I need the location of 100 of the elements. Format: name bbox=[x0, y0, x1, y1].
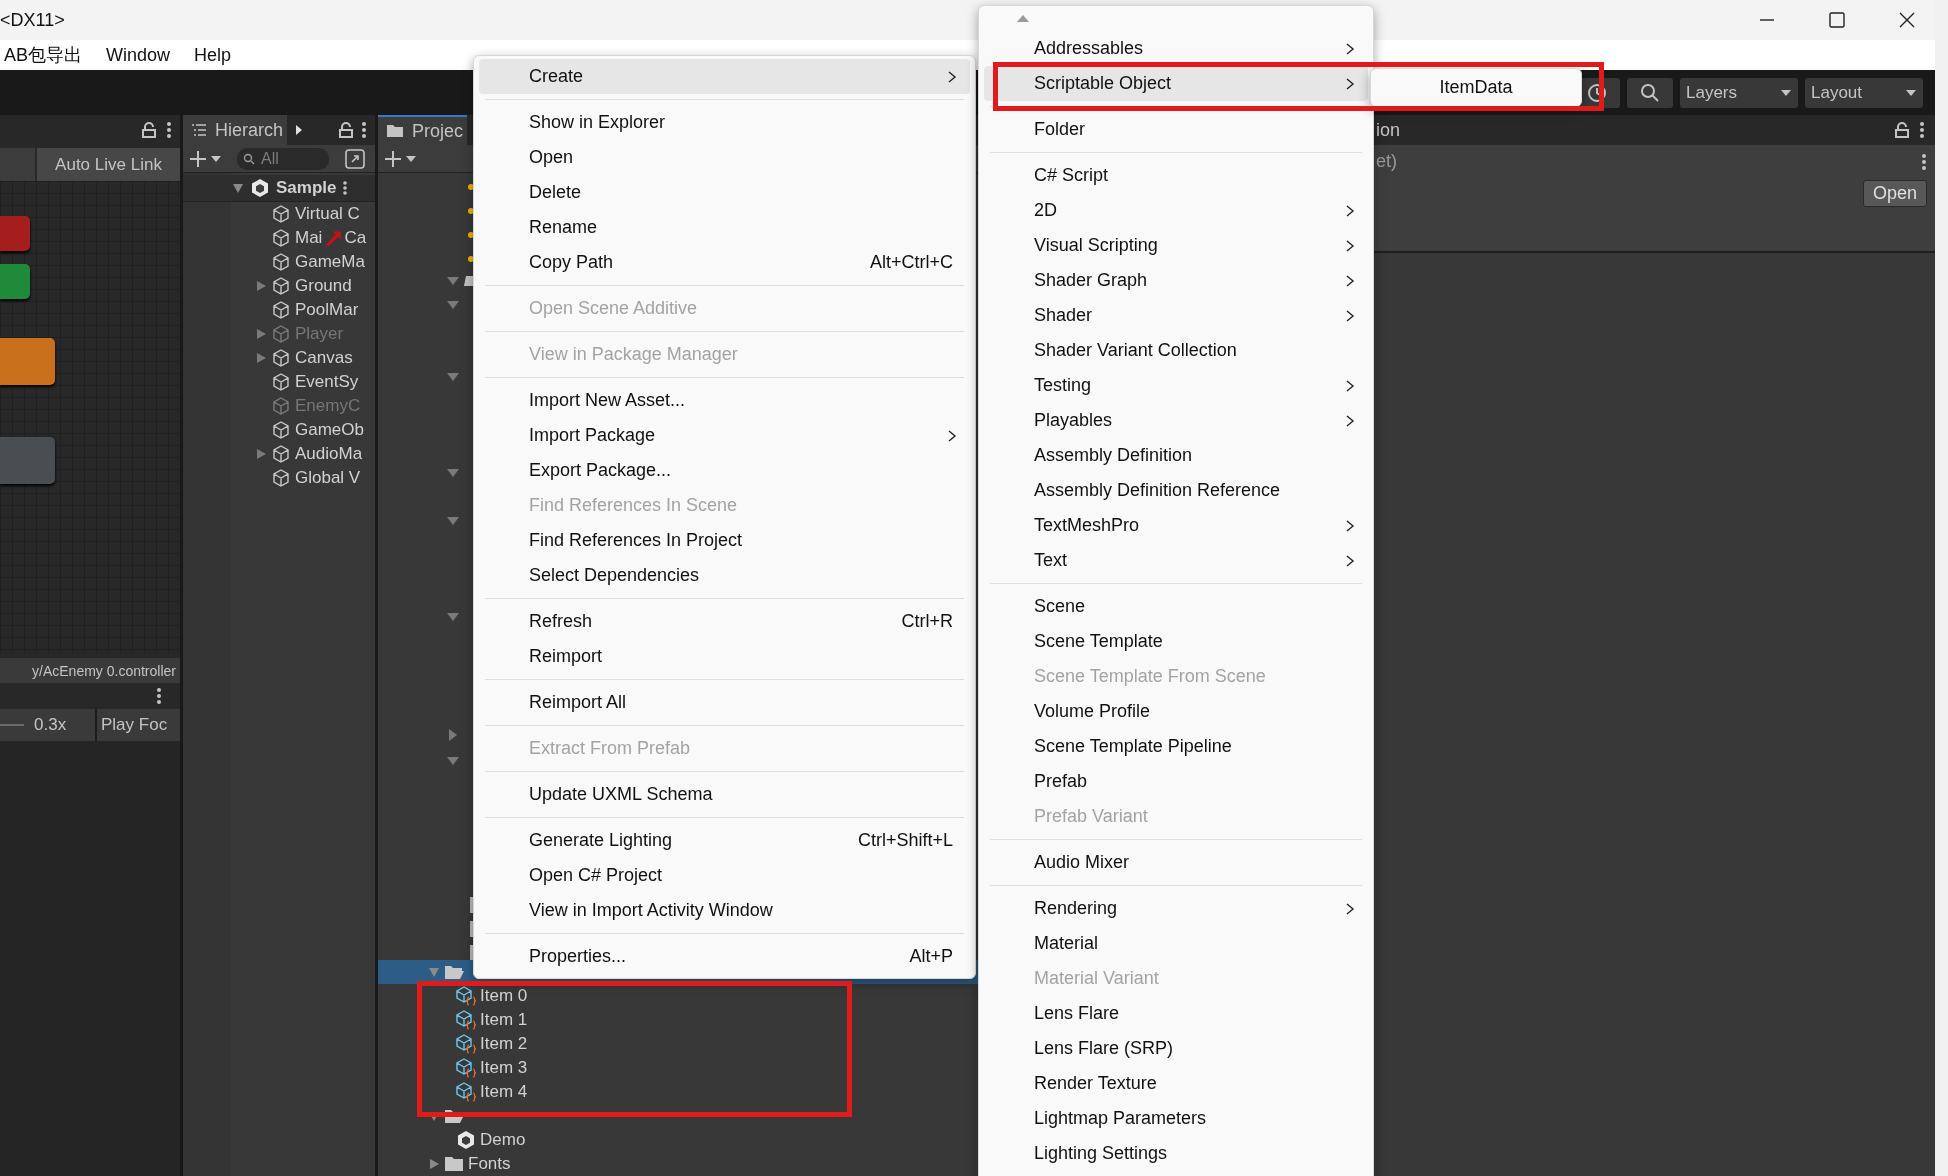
hierarchy-item[interactable]: Global V bbox=[295, 468, 361, 488]
hierarchy-item[interactable]: Virtual C bbox=[295, 204, 360, 224]
menu-item[interactable]: Addressables bbox=[984, 31, 1368, 66]
expand-arrow-icon[interactable] bbox=[232, 182, 244, 194]
menu-item[interactable]: Refresh Ctrl+R bbox=[479, 604, 970, 639]
menu-item[interactable]: TextMeshPro bbox=[984, 508, 1368, 543]
asset-name[interactable]: Item 4 bbox=[480, 1082, 528, 1102]
expand-arrow-icon[interactable] bbox=[255, 280, 267, 292]
menu-item[interactable]: Create bbox=[479, 59, 970, 94]
play-icon[interactable] bbox=[295, 124, 304, 136]
auto-live-link-button[interactable]: Auto Live Link bbox=[37, 148, 180, 181]
layout-dropdown[interactable]: Layout bbox=[1805, 77, 1923, 108]
menu-item[interactable]: Playables bbox=[984, 403, 1368, 438]
menu-item[interactable]: Assembly Definition Reference bbox=[984, 473, 1368, 508]
hierarchy-item[interactable]: PoolMar bbox=[295, 300, 359, 320]
add-icon[interactable] bbox=[189, 148, 223, 169]
menu-item[interactable]: Rendering bbox=[984, 891, 1368, 926]
menu-item[interactable]: Lightmap Parameters bbox=[984, 1101, 1368, 1136]
play-focus-button[interactable]: Play Foc bbox=[97, 709, 180, 741]
menu-item[interactable]: Lens Flare (SRP) bbox=[984, 1031, 1368, 1066]
close-icon[interactable] bbox=[1897, 10, 1917, 30]
menu-item[interactable]: 2D bbox=[984, 193, 1368, 228]
menu-item[interactable]: Import Package bbox=[479, 418, 970, 453]
menu-item[interactable]: View in Import Activity Window bbox=[479, 893, 970, 928]
collapse-arrow-icon[interactable] bbox=[449, 729, 457, 741]
asset-name[interactable]: Item 1 bbox=[480, 1010, 528, 1030]
menu-item[interactable]: Rename bbox=[479, 210, 970, 245]
hierarchy-item[interactable]: Ground bbox=[295, 276, 352, 296]
menu-item[interactable]: Scene Template bbox=[984, 624, 1368, 659]
expand-arrow-icon[interactable] bbox=[255, 352, 267, 364]
menu-item[interactable]: Lighting Settings bbox=[984, 1136, 1368, 1171]
menu-item[interactable]: Generate Lighting Ctrl+Shift+L bbox=[479, 823, 970, 858]
hierarchy-item[interactable]: GameMa bbox=[295, 252, 365, 272]
more-icon[interactable] bbox=[342, 180, 349, 196]
add-icon[interactable] bbox=[384, 148, 418, 169]
more-icon[interactable] bbox=[156, 687, 162, 705]
menu-item[interactable]: Export Package... bbox=[479, 453, 970, 488]
open-button[interactable]: Open bbox=[1862, 180, 1927, 207]
state-node[interactable] bbox=[0, 264, 30, 299]
lock-icon[interactable] bbox=[142, 122, 156, 138]
menu-item[interactable]: Visual Scripting bbox=[984, 228, 1368, 263]
menu-item[interactable]: Update UXML Schema bbox=[479, 777, 970, 812]
lock-icon[interactable] bbox=[339, 122, 353, 138]
expand-arrow-icon[interactable] bbox=[447, 757, 459, 765]
asset-name[interactable]: Item 0 bbox=[480, 986, 528, 1006]
menu-item[interactable]: Select Dependencies bbox=[479, 558, 970, 593]
menu-item[interactable]: Scriptable Object bbox=[984, 66, 1368, 101]
asset-name[interactable]: Demo bbox=[480, 1130, 526, 1150]
search-field[interactable]: All bbox=[237, 147, 329, 170]
hierarchy-item[interactable]: GameOb bbox=[295, 420, 364, 440]
menu-item[interactable]: Properties... Alt+P bbox=[479, 939, 970, 974]
expand-arrow-icon[interactable] bbox=[447, 301, 459, 309]
more-icon[interactable] bbox=[361, 121, 367, 139]
menu-item[interactable]: C# Script bbox=[984, 158, 1368, 193]
menu-item[interactable]: Folder bbox=[984, 112, 1368, 147]
menu-item[interactable]: Scene Template Pipeline bbox=[984, 729, 1368, 764]
more-icon[interactable] bbox=[1919, 121, 1925, 139]
state-node[interactable] bbox=[0, 437, 55, 484]
menu-item[interactable]: Delete bbox=[479, 175, 970, 210]
menu-item[interactable]: Text bbox=[984, 543, 1368, 578]
expand-arrow-icon[interactable] bbox=[447, 517, 459, 525]
menu-bar-item[interactable]: Window bbox=[106, 44, 171, 66]
expand-arrow-icon[interactable] bbox=[447, 469, 459, 477]
menu-item[interactable]: Reimport bbox=[479, 639, 970, 674]
layers-dropdown[interactable]: Layers bbox=[1680, 77, 1798, 108]
hierarchy-item[interactable]: AudioMa bbox=[295, 444, 363, 464]
menu-item[interactable]: Find References In Project bbox=[479, 523, 970, 558]
menu-item[interactable]: Scene bbox=[984, 589, 1368, 624]
asset-name[interactable]: Item 2 bbox=[480, 1034, 528, 1054]
expand-arrow-icon[interactable] bbox=[255, 328, 267, 340]
menu-item[interactable]: Volume Profile bbox=[984, 694, 1368, 729]
speed-field[interactable]: 0.3x bbox=[0, 709, 95, 741]
menu-item[interactable]: Show in Explorer bbox=[479, 105, 970, 140]
menu-item[interactable]: Shader Graph bbox=[984, 263, 1368, 298]
menu-item[interactable]: Lens Flare bbox=[984, 996, 1368, 1031]
menu-bar-item[interactable]: Help bbox=[194, 44, 232, 66]
menu-item[interactable]: Open C# Project bbox=[479, 858, 970, 893]
hierarchy-item[interactable]: Ca bbox=[344, 228, 367, 248]
menu-item[interactable]: Assembly Definition bbox=[984, 438, 1368, 473]
maximize-icon[interactable] bbox=[1827, 10, 1847, 30]
menu-item[interactable]: Render Texture bbox=[984, 1066, 1368, 1101]
expand-arrow-icon[interactable] bbox=[447, 613, 459, 621]
menu-item[interactable]: Audio Mixer bbox=[984, 845, 1368, 880]
menu-item[interactable]: Prefab bbox=[984, 764, 1368, 799]
hierarchy-item[interactable]: Canvas bbox=[295, 348, 353, 368]
asset-name[interactable]: Fonts bbox=[468, 1154, 511, 1174]
search-button[interactable] bbox=[1627, 77, 1673, 108]
hierarchy-tab[interactable]: Hierarch bbox=[183, 115, 288, 145]
menu-item[interactable]: Copy Path Alt+Ctrl+C bbox=[479, 245, 970, 280]
expand-arrow-icon[interactable] bbox=[428, 1158, 440, 1170]
expand-arrow-icon[interactable] bbox=[428, 966, 440, 978]
lock-icon[interactable] bbox=[1895, 122, 1909, 138]
hierarchy-item[interactable]: EventSy bbox=[295, 372, 359, 392]
asset-name[interactable]: Item 3 bbox=[480, 1058, 528, 1078]
expand-arrow-icon[interactable] bbox=[447, 373, 459, 381]
expand-arrow-icon[interactable] bbox=[447, 277, 459, 285]
menu-item[interactable]: ItemData bbox=[1371, 69, 1581, 106]
menu-bar-item[interactable]: AB包导出 bbox=[4, 43, 82, 67]
hierarchy-item[interactable]: Mai bbox=[295, 228, 323, 248]
state-node[interactable] bbox=[0, 338, 55, 385]
